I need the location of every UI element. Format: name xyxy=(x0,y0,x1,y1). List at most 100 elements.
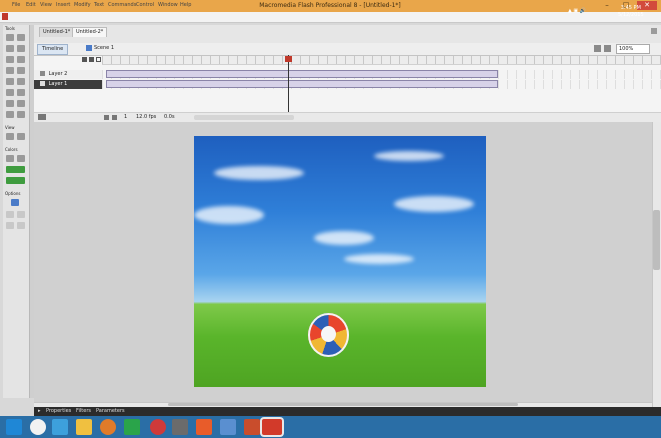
zoom-select[interactable]: 100% xyxy=(616,44,650,54)
clock-time: 3:45 PM xyxy=(620,5,641,11)
cloud xyxy=(314,231,374,245)
app-icon[interactable] xyxy=(220,419,236,435)
menu-bar xyxy=(0,12,661,23)
pen-tool-icon[interactable] xyxy=(6,67,14,74)
timeline-toggle-button[interactable]: Timeline xyxy=(37,44,69,55)
default-colors-icon[interactable] xyxy=(6,177,25,184)
taskbar xyxy=(0,416,661,438)
text-tool-icon[interactable] xyxy=(17,67,25,74)
eye-icon[interactable] xyxy=(82,57,87,62)
oval-tool-icon[interactable] xyxy=(6,78,14,85)
folder-icon[interactable] xyxy=(76,419,92,435)
swap-colors-icon[interactable] xyxy=(6,166,25,173)
media-player-icon[interactable] xyxy=(100,419,116,435)
free-transform-icon[interactable] xyxy=(6,45,14,52)
layer-row[interactable]: Layer 2 xyxy=(34,70,102,79)
toolbox-colors-label: Colors xyxy=(5,147,18,152)
toolbox-view-label: View xyxy=(5,125,15,130)
vertical-scroll-thumb[interactable] xyxy=(653,210,660,270)
line-tool-icon[interactable] xyxy=(6,56,14,63)
option-icon[interactable] xyxy=(6,222,14,229)
cloud xyxy=(194,206,264,224)
menu-commands[interactable]: Commands xyxy=(108,1,136,9)
zoom-tool-icon[interactable] xyxy=(17,133,25,140)
menu-control[interactable]: Control xyxy=(136,1,154,9)
eraser-icon[interactable] xyxy=(17,111,25,118)
menu-edit[interactable]: Edit xyxy=(26,1,36,9)
app-icon[interactable] xyxy=(196,419,212,435)
edit-symbols-icon[interactable] xyxy=(604,45,611,52)
hand-tool-icon[interactable] xyxy=(6,133,14,140)
fill-color-icon[interactable] xyxy=(17,155,25,162)
timeline-scrollbar[interactable] xyxy=(194,115,294,120)
lasso-tool-icon[interactable] xyxy=(17,56,25,63)
layer-row-selected[interactable]: Layer 1 xyxy=(34,80,102,89)
properties-panel-header: ▸ Properties Filters Parameters xyxy=(34,407,661,416)
menu-view[interactable]: View xyxy=(40,1,52,9)
ball-center xyxy=(321,326,336,342)
window-title: Macromedia Flash Professional 8 - [Untit… xyxy=(259,2,401,9)
expand-arrow-icon[interactable]: ▸ xyxy=(38,407,41,416)
center-frame-icon[interactable] xyxy=(104,115,109,120)
document-tab-bar: Untitled-1* Untitled-2* xyxy=(34,25,661,44)
layer-frames[interactable] xyxy=(102,80,661,89)
tab-filters[interactable]: Filters xyxy=(76,407,91,416)
app-icon[interactable] xyxy=(150,419,166,435)
playhead-marker[interactable] xyxy=(285,56,292,62)
app-icon xyxy=(2,13,8,20)
lock-icon[interactable] xyxy=(89,57,94,62)
stroke-color-icon[interactable] xyxy=(6,155,14,162)
fill-transform-icon[interactable] xyxy=(17,45,25,52)
outline-icon[interactable] xyxy=(96,57,101,62)
scene-icon xyxy=(86,45,92,51)
ie-icon[interactable] xyxy=(52,419,68,435)
toolbox-options-label: Options xyxy=(5,191,21,196)
close-document-icon[interactable] xyxy=(651,28,657,34)
scene-label: Scene 1 xyxy=(94,45,115,51)
frame-span[interactable] xyxy=(106,80,498,88)
layer-name: Layer 1 xyxy=(48,81,68,87)
tab-untitled-2[interactable]: Untitled-2* xyxy=(72,27,108,37)
rectangle-tool-icon[interactable] xyxy=(17,78,25,85)
menu-help[interactable]: Help xyxy=(180,1,191,9)
selection-tool-icon[interactable] xyxy=(6,34,14,41)
layer-name: Layer 2 xyxy=(48,71,68,77)
smooth-option-icon[interactable] xyxy=(6,211,14,218)
paint-bucket-icon[interactable] xyxy=(17,100,25,107)
menu-window[interactable]: Window xyxy=(158,1,178,9)
start-button-icon[interactable] xyxy=(6,419,22,435)
add-layer-icon[interactable] xyxy=(38,114,46,120)
flash-app-icon[interactable] xyxy=(262,419,282,435)
taskbar-clock[interactable]: 3:45 PM 5/12/2015 xyxy=(618,5,644,19)
chrome-icon[interactable] xyxy=(30,419,46,435)
frame-ruler[interactable] xyxy=(102,56,661,65)
edit-scene-icon[interactable] xyxy=(594,45,601,52)
option-icon[interactable] xyxy=(17,222,25,229)
tab-untitled-1[interactable]: Untitled-1* xyxy=(39,27,75,37)
minimize-button[interactable]: – xyxy=(598,1,616,10)
app-icon[interactable] xyxy=(244,419,260,435)
system-tray-icons[interactable]: ▲ ▣ 🔊 xyxy=(568,8,586,14)
tab-properties[interactable]: Properties xyxy=(46,407,71,416)
menu-insert[interactable]: Insert xyxy=(56,1,70,9)
straighten-option-icon[interactable] xyxy=(17,211,25,218)
pencil-tool-icon[interactable] xyxy=(6,89,14,96)
brush-tool-icon[interactable] xyxy=(17,89,25,96)
tab-parameters[interactable]: Parameters xyxy=(96,407,125,416)
ink-bottle-icon[interactable] xyxy=(6,100,14,107)
app-icon[interactable] xyxy=(124,419,140,435)
onion-skin-icon[interactable] xyxy=(112,115,117,120)
app-icon[interactable] xyxy=(172,419,188,435)
horizontal-scroll-thumb[interactable] xyxy=(168,403,518,406)
layer-frames[interactable] xyxy=(102,70,661,79)
menu-modify[interactable]: Modify xyxy=(74,1,91,9)
frame-span[interactable] xyxy=(106,70,498,78)
cloud xyxy=(214,166,304,180)
cloud xyxy=(394,196,474,212)
subselection-tool-icon[interactable] xyxy=(17,34,25,41)
menu-file[interactable]: File xyxy=(12,1,20,9)
eyedropper-icon[interactable] xyxy=(6,111,14,118)
menu-text[interactable]: Text xyxy=(94,1,104,9)
snap-option-icon[interactable] xyxy=(11,199,19,206)
layer-icon xyxy=(40,71,45,76)
